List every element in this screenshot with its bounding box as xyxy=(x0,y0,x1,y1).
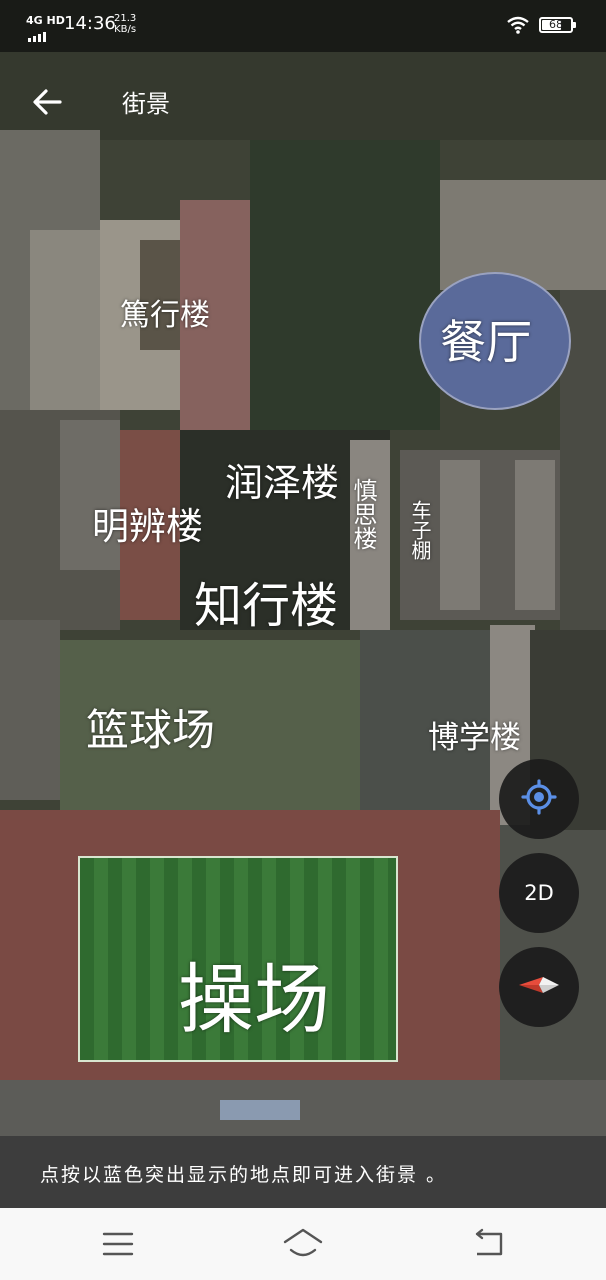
place-label[interactable]: 润泽楼 xyxy=(225,452,339,507)
view-mode-button[interactable]: 2D xyxy=(499,853,579,933)
map-block xyxy=(0,620,60,800)
battery-icon: 68 xyxy=(539,17,576,33)
compass-icon xyxy=(517,974,561,1000)
wifi-icon xyxy=(506,16,530,38)
place-label[interactable]: 明辨楼 xyxy=(92,496,203,550)
network-speed-value: 21.3 xyxy=(114,13,137,24)
map-block xyxy=(220,1100,300,1120)
place-label[interactable]: 篤行楼 xyxy=(120,290,210,334)
hint-text: 点按以蓝色突出显示的地点即可进入街景 。 xyxy=(40,1164,448,1186)
back-icon xyxy=(469,1228,509,1266)
map-block xyxy=(30,230,100,410)
arrow-left-icon xyxy=(24,89,70,128)
locate-button[interactable] xyxy=(499,759,579,839)
map-block xyxy=(440,460,480,610)
menu-icon xyxy=(98,1232,138,1266)
network-speed-unit: KB/s xyxy=(114,24,137,35)
map-block xyxy=(0,1080,606,1136)
crosshair-icon xyxy=(521,779,557,819)
compass-button[interactable] xyxy=(499,947,579,1027)
place-label[interactable]: 车子棚 xyxy=(406,500,435,560)
network-indicator: 4G HD xyxy=(26,14,65,27)
back-button[interactable] xyxy=(24,80,70,124)
menu-button[interactable] xyxy=(98,1226,138,1262)
place-label[interactable]: 餐厅 xyxy=(440,306,532,372)
clock: 14:36 xyxy=(64,13,116,34)
place-label[interactable]: 知行楼 xyxy=(194,566,338,636)
status-bar: 4G HD 14:36 21.3 KB/s 68 xyxy=(0,0,606,52)
map-block xyxy=(250,140,440,430)
home-button[interactable] xyxy=(283,1226,323,1262)
place-label[interactable]: 篮球场 xyxy=(86,696,215,758)
hint-bar: 点按以蓝色突出显示的地点即可进入街景 。 xyxy=(0,1136,606,1208)
signal-icon xyxy=(28,27,52,46)
home-icon xyxy=(283,1228,323,1266)
place-label[interactable]: 操场 xyxy=(178,938,330,1048)
map-block xyxy=(440,180,606,290)
street-view-button[interactable]: 街景 xyxy=(122,84,170,119)
network-speed: 21.3 KB/s xyxy=(114,13,136,35)
back-nav-button[interactable] xyxy=(469,1226,509,1262)
place-label[interactable]: 博学楼 xyxy=(428,712,521,757)
battery-level: 68 xyxy=(549,18,563,31)
map-block xyxy=(515,460,555,610)
place-label[interactable]: 慎思楼 xyxy=(346,478,381,550)
system-navigation-bar xyxy=(0,1208,606,1280)
